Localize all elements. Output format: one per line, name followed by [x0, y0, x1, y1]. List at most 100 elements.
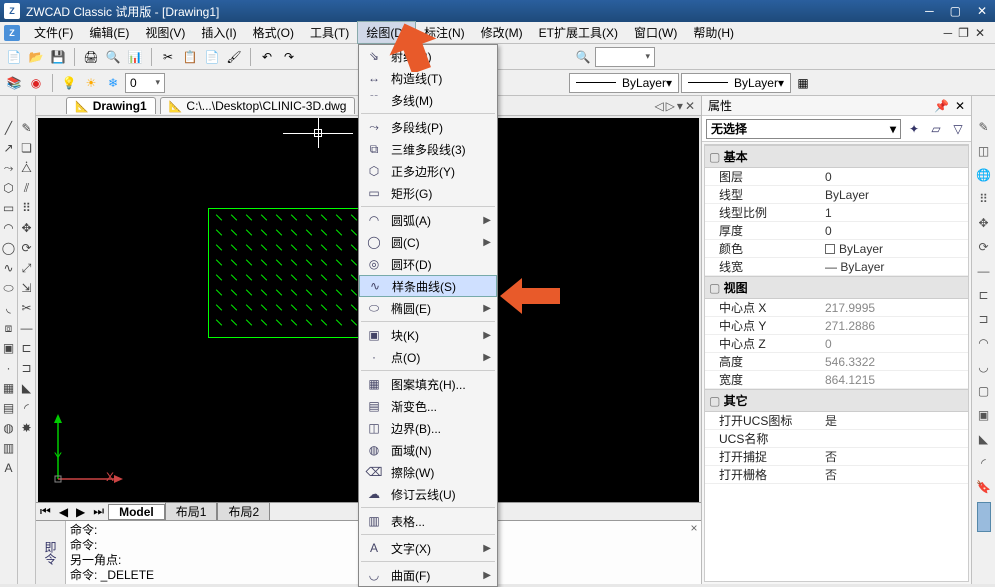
panel-close-icon[interactable]: ✕: [955, 99, 965, 113]
pan-icon[interactable]: ✥: [975, 214, 993, 232]
menu-item[interactable]: ☁修订云线(U): [359, 483, 497, 505]
close-button[interactable]: ✕: [973, 4, 991, 18]
filter-icon[interactable]: ▽: [949, 120, 967, 138]
offset-tool-icon[interactable]: ⫽: [19, 180, 35, 196]
tab-layout1[interactable]: 布局1: [165, 502, 218, 521]
xline-tool-icon[interactable]: ↗: [1, 140, 17, 156]
layout-first-icon[interactable]: ⏮: [36, 504, 55, 519]
menu-item[interactable]: ⌫擦除(W): [359, 461, 497, 483]
square1-icon[interactable]: ▢: [975, 382, 993, 400]
preview-icon[interactable]: 🔍: [103, 47, 123, 67]
search-icon[interactable]: 🔍: [573, 47, 593, 67]
menu-item[interactable]: ◍面域(N): [359, 439, 497, 461]
trim-tool-icon[interactable]: ✂: [19, 300, 35, 316]
erase-tool-icon[interactable]: ✎: [19, 120, 35, 136]
section-basic[interactable]: 基本: [705, 145, 968, 168]
search-combo[interactable]: ▾: [595, 47, 655, 67]
menu-edit[interactable]: 编辑(E): [81, 22, 137, 43]
grip-icon[interactable]: ◫: [975, 142, 993, 160]
command-close-icon[interactable]: ×: [687, 521, 701, 584]
tab-close-icon[interactable]: ✕: [685, 99, 695, 113]
menu-item[interactable]: ∿样条曲线(S): [359, 275, 497, 297]
new-icon[interactable]: 📄: [4, 47, 24, 67]
quick-select-icon[interactable]: ✦: [905, 120, 923, 138]
copy-tool-icon[interactable]: ❏: [19, 140, 35, 156]
layout-prev-icon[interactable]: ◀: [55, 505, 72, 519]
menu-item[interactable]: ▦图案填充(H)...: [359, 373, 497, 395]
table-tool-icon[interactable]: ▥: [1, 440, 17, 456]
block-tool-icon[interactable]: ▣: [1, 340, 17, 356]
copy-icon[interactable]: 📋: [180, 47, 200, 67]
insert-tool-icon[interactable]: ⧈: [1, 320, 17, 336]
scroll-icon[interactable]: [977, 502, 991, 532]
tab-scroll-right-icon[interactable]: ▷: [666, 99, 675, 113]
fillet-tool-icon[interactable]: ◜: [19, 400, 35, 416]
minimize-button[interactable]: ─: [921, 4, 938, 18]
region-tool-icon[interactable]: ◍: [1, 420, 17, 436]
app-menu-icon[interactable]: Z: [4, 25, 20, 41]
menu-item[interactable]: ▥表格...: [359, 510, 497, 532]
menu-item[interactable]: ▣块(K)▶: [359, 324, 497, 346]
menu-item[interactable]: ◠圆弧(A)▶: [359, 209, 497, 231]
section-other[interactable]: 其它: [705, 389, 968, 412]
tab-scroll-left-icon[interactable]: ◁: [654, 99, 663, 113]
lineweight-combo[interactable]: ByLayer ▾: [681, 73, 791, 93]
join-tool-icon[interactable]: ⊐: [19, 360, 35, 376]
menu-item[interactable]: ⬭椭圆(E)▶: [359, 297, 497, 319]
menu-item[interactable]: ▭矩形(G): [359, 182, 497, 204]
menu-window[interactable]: 窗口(W): [626, 22, 685, 43]
menu-format[interactable]: 格式(O): [245, 22, 302, 43]
doc-tab-clinic[interactable]: 📐 C:\...\Desktop\CLINIC-3D.dwg: [160, 97, 356, 114]
arc2-icon[interactable]: ◜: [975, 454, 993, 472]
rect-tool-icon[interactable]: ▭: [1, 200, 17, 216]
print-icon[interactable]: 🖨: [81, 47, 101, 67]
tab-model[interactable]: Model: [108, 504, 165, 520]
menu-item[interactable]: ◯圆(C)▶: [359, 231, 497, 253]
menu-et[interactable]: ET扩展工具(X): [531, 22, 626, 43]
layer-manager-icon[interactable]: 📚: [4, 73, 24, 93]
point-tool-icon[interactable]: ·: [1, 360, 17, 376]
layer-prev-icon[interactable]: ◉: [26, 73, 46, 93]
tab-layout2[interactable]: 布局2: [217, 502, 270, 521]
menu-help[interactable]: 帮助(H): [685, 22, 742, 43]
draft-icon[interactable]: —: [975, 262, 993, 280]
paste-icon[interactable]: 📄: [202, 47, 222, 67]
menu-modify[interactable]: 修改(M): [473, 22, 531, 43]
menu-insert[interactable]: 插入(I): [193, 22, 244, 43]
mdi-minimize-button[interactable]: ─: [944, 26, 953, 40]
layout-last-icon[interactable]: ⏭: [89, 504, 108, 519]
freeze-icon[interactable]: ❄: [103, 73, 123, 93]
more2-icon[interactable]: ◡: [975, 358, 993, 376]
chamfer-tool-icon[interactable]: ◣: [19, 380, 35, 396]
tag-icon[interactable]: 🔖: [975, 478, 993, 496]
menu-item[interactable]: ⬡正多边形(Y): [359, 160, 497, 182]
select-objects-icon[interactable]: ▱: [927, 120, 945, 138]
explode-tool-icon[interactable]: ✸: [19, 420, 35, 436]
stretch-tool-icon[interactable]: ⇲: [19, 280, 35, 296]
more1-icon[interactable]: ◠: [975, 334, 993, 352]
extend-tool-icon[interactable]: ―: [19, 320, 35, 336]
match-icon[interactable]: 🖌: [224, 47, 244, 67]
cut-icon[interactable]: ✂: [158, 47, 178, 67]
join-view-icon[interactable]: ⊐: [975, 310, 993, 328]
pin-icon[interactable]: 📌: [934, 99, 949, 113]
menu-item[interactable]: ◡曲面(F)▶: [359, 564, 497, 586]
mtext-tool-icon[interactable]: A: [1, 460, 17, 476]
pencil-icon[interactable]: ✎: [975, 118, 993, 136]
menu-item[interactable]: ◫边界(B)...: [359, 417, 497, 439]
arc-tool-icon[interactable]: ◠: [1, 220, 17, 236]
gradient-tool-icon[interactable]: ▤: [1, 400, 17, 416]
triangle-icon[interactable]: ◣: [975, 430, 993, 448]
undo-icon[interactable]: ↶: [257, 47, 277, 67]
section-view[interactable]: 视图: [705, 276, 968, 299]
tab-menu-icon[interactable]: ▾: [677, 99, 683, 113]
mirror-tool-icon[interactable]: ⧊: [19, 160, 35, 176]
layout-next-icon[interactable]: ▶: [72, 505, 89, 519]
rotate-view-icon[interactable]: ⟳: [975, 238, 993, 256]
move-tool-icon[interactable]: ✥: [19, 220, 35, 236]
open-icon[interactable]: 📂: [26, 47, 46, 67]
menu-view[interactable]: 视图(V): [137, 22, 193, 43]
ellipsearc-tool-icon[interactable]: ◟: [1, 300, 17, 316]
break-tool-icon[interactable]: ⊏: [19, 340, 35, 356]
pline-tool-icon[interactable]: ⤳: [1, 160, 17, 176]
